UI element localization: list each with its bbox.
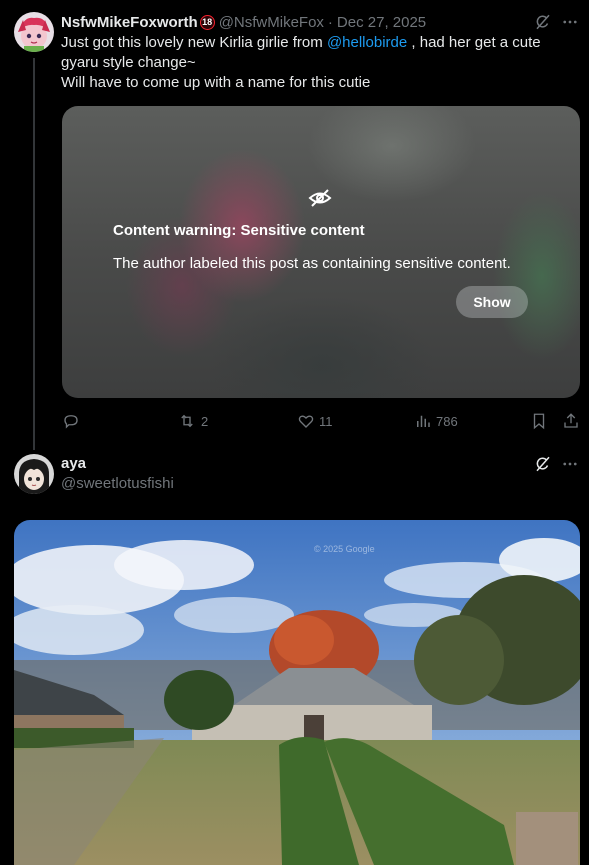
post-body-line2: Will have to come up with a name for thi… <box>61 74 371 91</box>
more-icon[interactable] <box>560 12 580 32</box>
like-count: 11 <box>319 413 333 429</box>
avatar-aya[interactable] <box>14 454 54 494</box>
post-body: Just got this lovely new Kirlia girlie f… <box>61 33 571 93</box>
user-handle[interactable]: @sweetlotusfishi <box>61 474 174 494</box>
post2-header: aya @sweetlotusfishi <box>61 454 174 494</box>
thread-connector-line <box>33 58 35 450</box>
display-name[interactable]: NsfwMikeFoxworth <box>61 14 198 31</box>
grok-icon[interactable] <box>533 12 553 32</box>
heart-icon <box>298 415 314 428</box>
bookmark-button[interactable] <box>530 410 548 432</box>
post-date[interactable]: Dec 27, 2025 <box>337 14 426 31</box>
user-handle[interactable]: @NsfwMikeFox <box>219 14 324 31</box>
post-body-line1: Just got this lovely new Kirlia girlie f… <box>61 34 541 71</box>
like-button[interactable]: 11 <box>297 410 333 432</box>
mention-link[interactable]: @hellobirde <box>327 34 407 51</box>
avatar-nsfwmikefoxworth[interactable] <box>14 12 54 52</box>
sensitive-media-overlay[interactable]: Content warning: Sensitive content The a… <box>62 106 580 398</box>
map-watermark: © 2025 Google <box>314 544 375 554</box>
age-restriction-badge: 18 <box>199 14 215 30</box>
content-warning-title: Content warning: Sensitive content <box>113 222 365 239</box>
content-warning-body: The author labeled this post as containi… <box>113 255 511 272</box>
share-button[interactable] <box>562 410 580 432</box>
post1-header: NsfwMikeFoxworth 18 @NsfwMikeFox · Dec 2… <box>61 12 426 32</box>
reply-button[interactable] <box>62 410 80 432</box>
grok-icon[interactable] <box>533 454 553 474</box>
repost-count: 2 <box>201 413 209 429</box>
reply-icon <box>64 415 78 429</box>
repost-icon <box>181 414 193 428</box>
separator-dot: · <box>327 13 333 31</box>
views-icon <box>417 415 430 427</box>
more-icon[interactable] <box>560 454 580 474</box>
display-name[interactable]: aya <box>61 454 174 474</box>
eye-slash-icon <box>308 186 332 210</box>
bookmark-icon <box>533 413 545 430</box>
view-count: 786 <box>436 413 458 429</box>
repost-button[interactable]: 2 <box>177 410 208 432</box>
show-button[interactable]: Show <box>456 286 528 318</box>
share-icon <box>564 413 578 428</box>
post-photo[interactable]: © 2025 Google <box>14 520 580 865</box>
views-button[interactable]: 786 <box>414 410 458 432</box>
